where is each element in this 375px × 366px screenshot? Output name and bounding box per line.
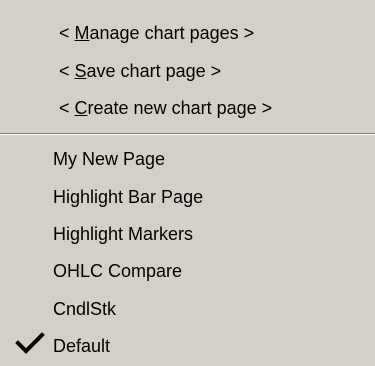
menu-item-label: CndlStk bbox=[53, 299, 117, 319]
menu-separator bbox=[0, 133, 375, 135]
menu-item-label: anage chart pages > bbox=[89, 23, 255, 43]
menu-item-prefix: < bbox=[59, 61, 75, 81]
page-item-highlight-bar-page[interactable]: Highlight Bar Page bbox=[53, 181, 203, 213]
menu-item-prefix: < bbox=[59, 23, 75, 43]
page-item-default[interactable]: Default bbox=[53, 330, 110, 362]
create-new-chart-page-menu-item[interactable]: < Create new chart page > bbox=[59, 92, 272, 124]
menu-item-label: Highlight Bar Page bbox=[53, 187, 204, 207]
save-chart-page-menu-item[interactable]: < Save chart page > bbox=[59, 55, 221, 87]
page-item-ohlc-compare[interactable]: OHLC Compare bbox=[53, 255, 182, 287]
menu-item-label: My New Page bbox=[53, 149, 166, 169]
menu-item-label: reate new chart page > bbox=[87, 98, 273, 118]
page-item-highlight-markers[interactable]: Highlight Markers bbox=[53, 218, 193, 250]
menu-item-label: Highlight Markers bbox=[53, 224, 194, 244]
manage-chart-pages-menu-item[interactable]: < Manage chart pages > bbox=[59, 17, 254, 49]
page-item-cndlstk[interactable]: CndlStk bbox=[53, 293, 116, 325]
chart-pages-menu: < Manage chart pages > < Save chart page… bbox=[0, 0, 375, 366]
menu-item-mnemonic: C bbox=[74, 98, 88, 118]
menu-item-label: OHLC Compare bbox=[53, 261, 183, 281]
checkmark-icon bbox=[15, 332, 45, 354]
page-item-my-new-page[interactable]: My New Page bbox=[53, 143, 165, 175]
menu-item-mnemonic: M bbox=[74, 23, 90, 43]
menu-item-label: ave chart page > bbox=[86, 61, 222, 81]
menu-item-prefix: < bbox=[59, 98, 75, 118]
menu-item-mnemonic: S bbox=[74, 61, 87, 81]
menu-item-label: Default bbox=[53, 336, 111, 356]
